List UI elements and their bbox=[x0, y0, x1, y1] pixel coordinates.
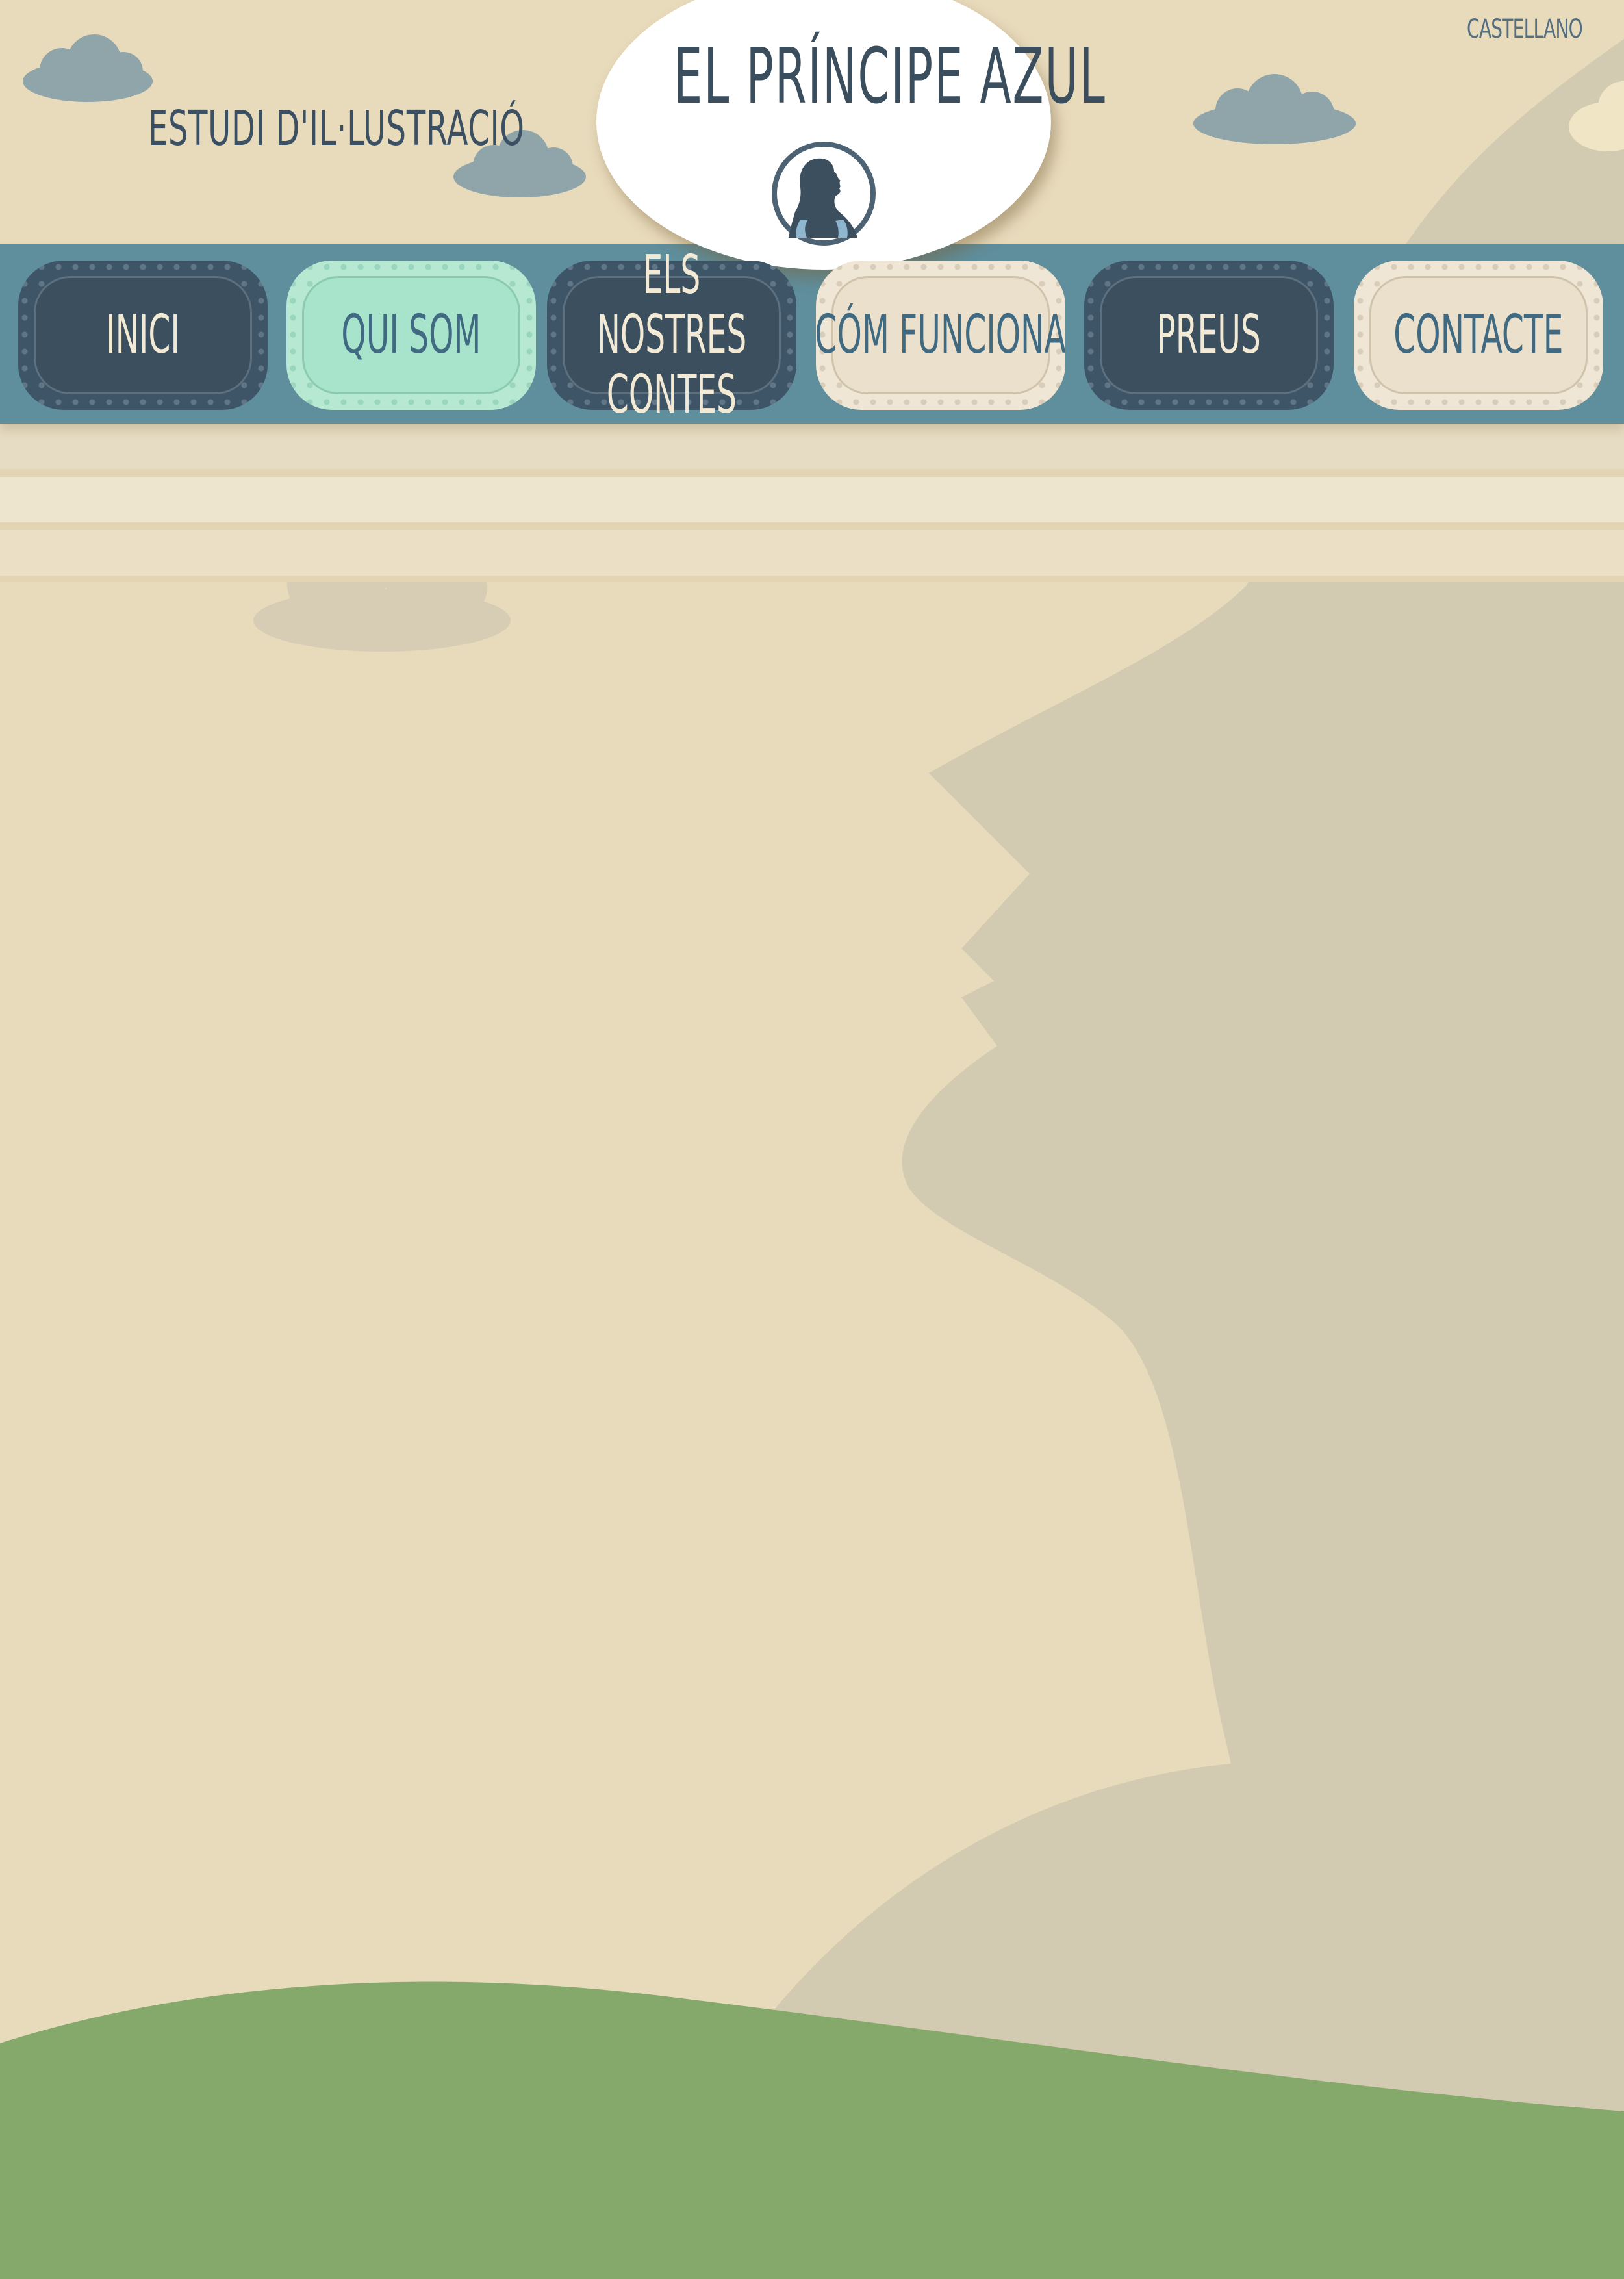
nav-els-nostres-contes-button[interactable]: Els nostres contes bbox=[547, 246, 796, 425]
nav-label: Qui som bbox=[341, 304, 481, 366]
nav-com-funciona-button[interactable]: Cóm funciona bbox=[815, 261, 1067, 410]
nav-contacte-button[interactable]: Contacte bbox=[1354, 261, 1603, 410]
site-title[interactable]: El Príncipe Azul bbox=[674, 31, 1105, 121]
site-tagline: Estudi d'il·lustració bbox=[148, 101, 525, 157]
nav-label: Els nostres contes bbox=[596, 244, 747, 426]
language-switch-link[interactable]: castellano bbox=[1467, 14, 1583, 44]
nav-qui-som-button[interactable]: Qui som bbox=[286, 261, 536, 410]
nav-label: Cóm funciona bbox=[815, 304, 1067, 366]
nav-label: Preus bbox=[1156, 304, 1262, 366]
cloud-icon bbox=[1193, 74, 1356, 144]
nav-preus-button[interactable]: Preus bbox=[1084, 261, 1334, 410]
cloud-icon bbox=[23, 34, 153, 102]
cloud-icon bbox=[253, 531, 511, 652]
nav-inici-button[interactable]: Inici bbox=[18, 261, 268, 410]
nav-label: Inici bbox=[106, 304, 180, 366]
nav-label: Contacte bbox=[1393, 304, 1564, 366]
princess-silhouette-icon[interactable] bbox=[770, 140, 877, 247]
